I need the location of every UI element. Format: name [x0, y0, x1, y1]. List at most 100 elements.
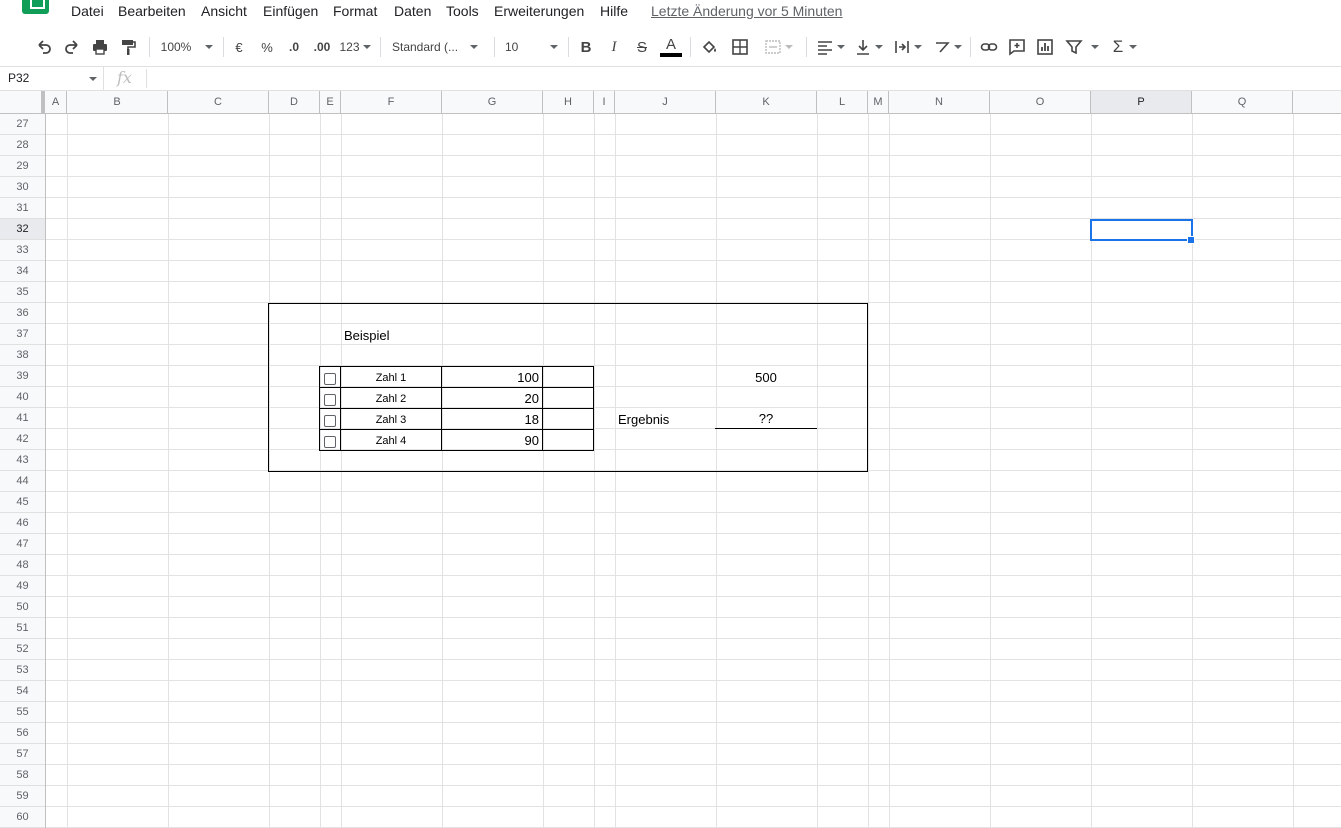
italic-button[interactable]: I: [604, 34, 624, 60]
menu-bearbeiten[interactable]: Bearbeiten: [118, 3, 186, 19]
col-header-l[interactable]: L: [817, 91, 868, 113]
percent-button[interactable]: %: [258, 34, 276, 60]
col-header-q[interactable]: Q: [1192, 91, 1293, 113]
col-header-b[interactable]: B: [67, 91, 168, 113]
row-header-37[interactable]: 37: [0, 324, 45, 345]
col-header-n[interactable]: N: [889, 91, 990, 113]
row-header-42[interactable]: 42: [0, 429, 45, 450]
col-header-g[interactable]: G: [442, 91, 543, 113]
row-header-55[interactable]: 55: [0, 702, 45, 723]
formula-input[interactable]: [152, 67, 1332, 90]
row-header-32[interactable]: 32: [0, 219, 45, 240]
font-select[interactable]: Standard (...: [392, 34, 488, 60]
col-header-r[interactable]: [1293, 91, 1341, 113]
row-header-56[interactable]: 56: [0, 723, 45, 744]
row-header-54[interactable]: 54: [0, 681, 45, 702]
row-header-29[interactable]: 29: [0, 156, 45, 177]
col-header-k[interactable]: K: [716, 91, 817, 113]
col-header-c[interactable]: C: [168, 91, 269, 113]
row-header-44[interactable]: 44: [0, 471, 45, 492]
decrease-decimal-button[interactable]: .0: [283, 34, 305, 60]
undo-icon[interactable]: [33, 34, 55, 60]
redo-icon[interactable]: [61, 34, 83, 60]
menu-erweiterungen[interactable]: Erweiterungen: [494, 3, 584, 19]
row-header-28[interactable]: 28: [0, 135, 45, 156]
row-header-43[interactable]: 43: [0, 450, 45, 471]
merge-cells-icon[interactable]: [758, 34, 798, 60]
filter-icon[interactable]: [1062, 34, 1102, 60]
col-header-a[interactable]: A: [45, 91, 67, 113]
col-header-e[interactable]: E: [320, 91, 341, 113]
insert-chart-icon[interactable]: [1034, 34, 1056, 60]
row-header-38[interactable]: 38: [0, 345, 45, 366]
menu-tools[interactable]: Tools: [446, 3, 479, 19]
text-rotation-icon[interactable]: [930, 34, 964, 60]
row-header-46[interactable]: 46: [0, 513, 45, 534]
col-header-d[interactable]: D: [269, 91, 320, 113]
selected-cell-p32[interactable]: [1090, 219, 1193, 241]
row-header-41[interactable]: 41: [0, 408, 45, 429]
print-icon[interactable]: [89, 34, 111, 60]
row-header-59[interactable]: 59: [0, 786, 45, 807]
menu-daten[interactable]: Daten: [394, 3, 431, 19]
row-header-35[interactable]: 35: [0, 282, 45, 303]
last-edit-link[interactable]: Letzte Änderung vor 5 Minuten: [651, 3, 842, 19]
row-header-52[interactable]: 52: [0, 639, 45, 660]
zoom-select[interactable]: 100%: [158, 34, 216, 60]
fill-handle[interactable]: [1187, 236, 1195, 244]
row-header-27[interactable]: 27: [0, 114, 45, 135]
paint-format-icon[interactable]: [117, 34, 139, 60]
row-header-30[interactable]: 30: [0, 177, 45, 198]
functions-icon[interactable]: Σ: [1108, 34, 1142, 60]
name-box[interactable]: P32: [0, 67, 104, 90]
row-header-49[interactable]: 49: [0, 576, 45, 597]
menu-ansicht[interactable]: Ansicht: [201, 3, 247, 19]
col-header-f[interactable]: F: [341, 91, 442, 113]
font-size-select[interactable]: 10: [505, 34, 561, 60]
text-wrap-icon[interactable]: [890, 34, 924, 60]
more-formats-button[interactable]: 123: [338, 34, 372, 60]
checkbox-zahl-3[interactable]: [324, 415, 336, 427]
checkbox-zahl-2[interactable]: [324, 394, 336, 406]
borders-icon[interactable]: [730, 34, 750, 60]
sheets-logo-icon[interactable]: [22, 0, 49, 14]
align-horizontal-icon[interactable]: [814, 34, 846, 60]
insert-comment-icon[interactable]: [1006, 34, 1028, 60]
row-header-33[interactable]: 33: [0, 240, 45, 261]
col-header-i[interactable]: I: [594, 91, 615, 113]
row-header-40[interactable]: 40: [0, 387, 45, 408]
row-header-51[interactable]: 51: [0, 618, 45, 639]
col-header-p[interactable]: P: [1091, 91, 1192, 113]
bold-button[interactable]: B: [576, 34, 596, 60]
col-header-j[interactable]: J: [615, 91, 716, 113]
row-header-50[interactable]: 50: [0, 597, 45, 618]
row-header-36[interactable]: 36: [0, 303, 45, 324]
row-header-34[interactable]: 34: [0, 261, 45, 282]
checkbox-zahl-4[interactable]: [324, 436, 336, 448]
name-box-caret-icon[interactable]: [89, 77, 97, 81]
menu-einfuegen[interactable]: Einfügen: [263, 3, 318, 19]
checkbox-zahl-1[interactable]: [324, 373, 336, 385]
col-header-h[interactable]: H: [543, 91, 594, 113]
row-header-48[interactable]: 48: [0, 555, 45, 576]
row-header-45[interactable]: 45: [0, 492, 45, 513]
menu-format[interactable]: Format: [333, 3, 377, 19]
row-header-31[interactable]: 31: [0, 198, 45, 219]
menu-hilfe[interactable]: Hilfe: [600, 3, 628, 19]
menu-datei[interactable]: Datei: [71, 3, 104, 19]
row-header-53[interactable]: 53: [0, 660, 45, 681]
fill-color-icon[interactable]: [700, 34, 720, 60]
increase-decimal-button[interactable]: .00: [311, 34, 333, 60]
row-header-47[interactable]: 47: [0, 534, 45, 555]
row-header-39[interactable]: 39: [0, 366, 45, 387]
strikethrough-button[interactable]: S: [632, 34, 652, 60]
cell-grid[interactable]: Beispiel Zahl 1 Zahl 2 Zahl 3 Zahl 4 100…: [46, 114, 1341, 828]
select-all-corner[interactable]: [0, 91, 45, 113]
align-vertical-icon[interactable]: [852, 34, 884, 60]
row-header-60[interactable]: 60: [0, 807, 45, 828]
text-color-button[interactable]: A: [660, 34, 682, 60]
currency-button[interactable]: €: [230, 34, 248, 60]
row-header-58[interactable]: 58: [0, 765, 45, 786]
insert-link-icon[interactable]: [978, 34, 1000, 60]
col-header-m[interactable]: M: [868, 91, 889, 113]
